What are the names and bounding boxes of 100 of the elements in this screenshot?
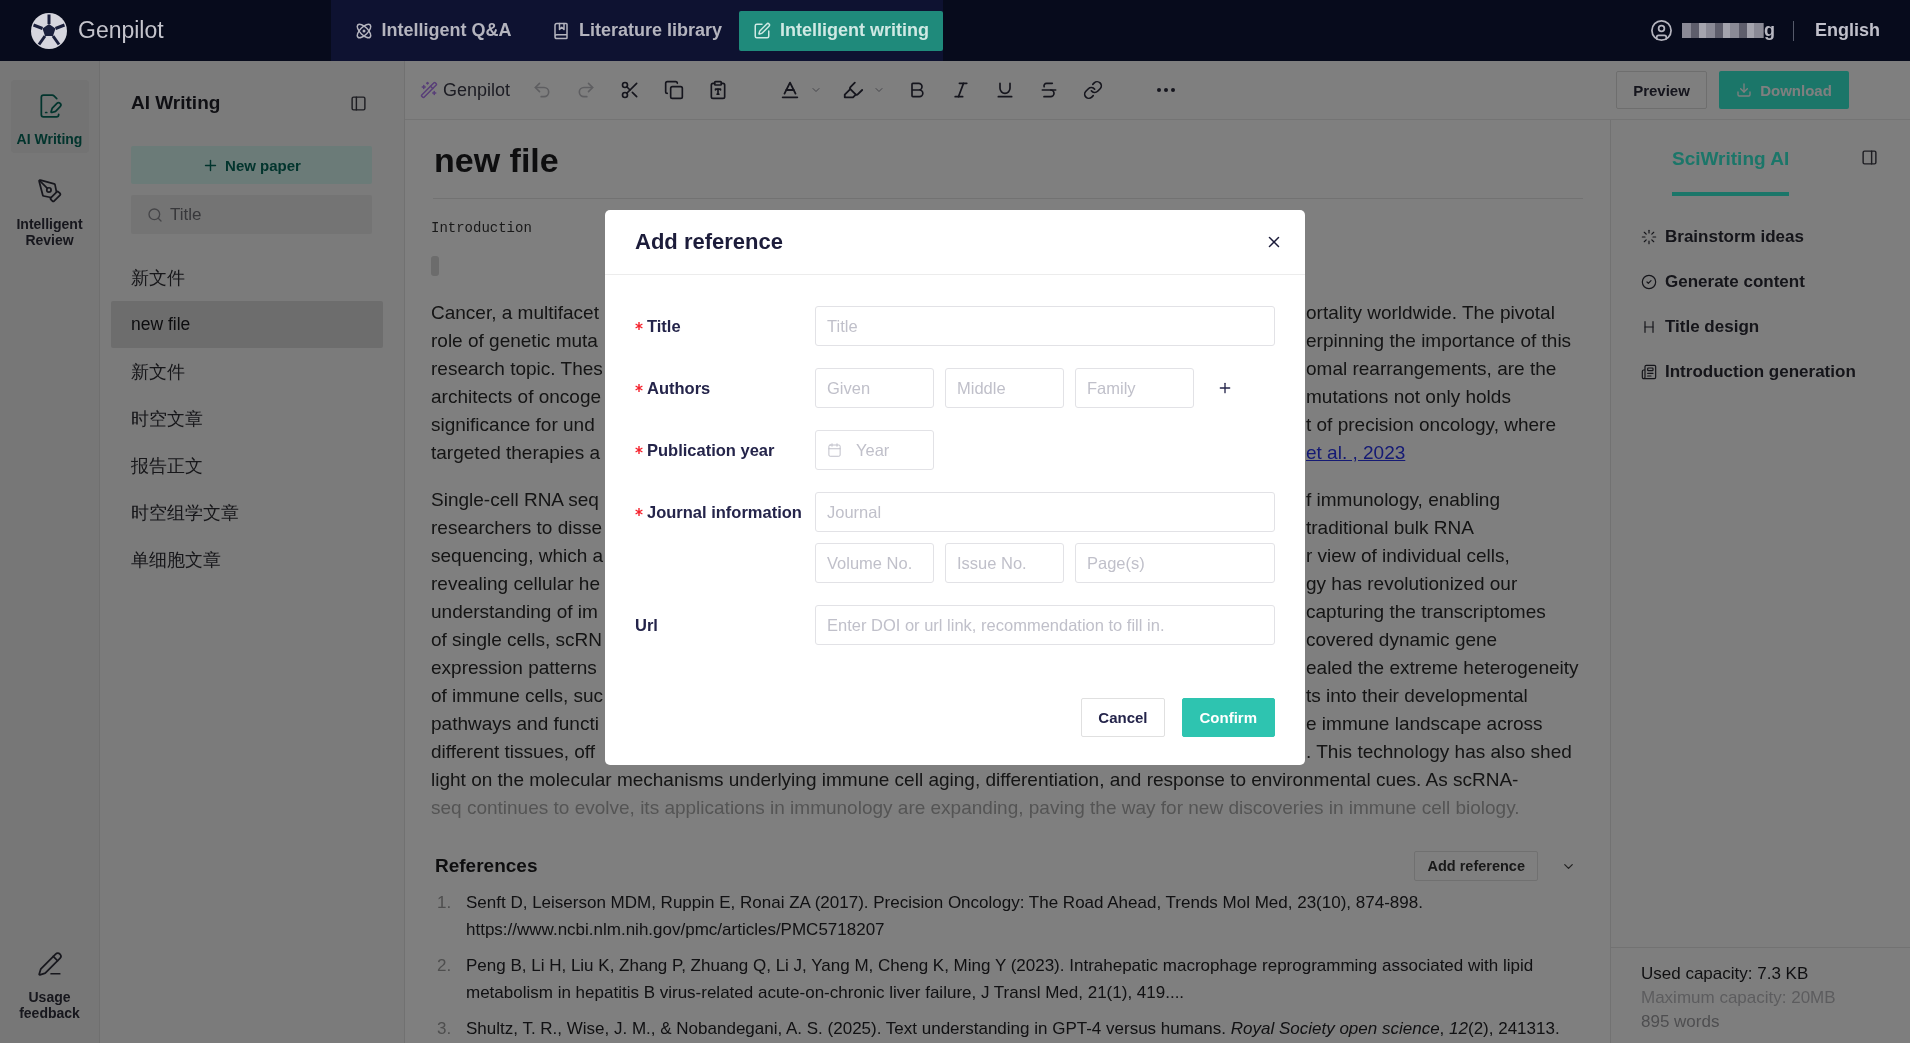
- citation-link[interactable]: et al. , 2023: [1306, 439, 1406, 467]
- paragraph-text: ortality worldwide. The pivotal: [1306, 301, 1555, 325]
- file-item[interactable]: 新文件: [111, 254, 383, 301]
- journal-detail-input[interactable]: Issue No.: [945, 543, 1064, 583]
- brand-name: Genpilot: [78, 17, 164, 44]
- assistant-action[interactable]: Title design: [1611, 304, 1910, 349]
- language-button[interactable]: English: [1815, 20, 1880, 41]
- dialog-title: Add reference: [635, 229, 783, 255]
- confirm-button[interactable]: Confirm: [1181, 698, 1275, 737]
- panel-toggle-button[interactable]: [1861, 149, 1878, 166]
- reference-text: Senft D, Leiserson MDM, Ruppin E, Ronai ZA (2017). Precision Oncology: The Road Ahead, Trends Mol Med, 23(10), 874-898. https://www.ncbi.nlm.nih.gov/pmc/articles/PMC5718207: [466, 892, 1424, 941]
- paragraph-text: of single cells, scRN: [431, 628, 603, 652]
- paragraph-text: targeted therapies a: [431, 441, 600, 465]
- journal-detail-input[interactable]: Page(s): [1075, 543, 1275, 583]
- file-item[interactable]: 时空文章: [111, 395, 383, 442]
- paragraph-text: role of genetic muta: [431, 329, 598, 353]
- nav-tab[interactable]: Literature library: [535, 10, 739, 51]
- paragraph-text: light on the molecular mechanisms underlying immune cell aging, differentiation, and response to environmental cues. As scRNA-: [431, 768, 1519, 792]
- paragraph-text: ts into their developmental: [1306, 684, 1528, 708]
- paragraph-text: capturing the transcriptomes: [1306, 600, 1546, 624]
- paragraph-text: covered dynamic gene: [1306, 628, 1498, 652]
- paragraph-text: expression patterns: [431, 656, 597, 680]
- more-icon: [1157, 88, 1176, 92]
- paragraph-text: sequencing, which a: [431, 544, 604, 568]
- paragraph-text: gy has revolutionized our: [1306, 572, 1518, 596]
- book-icon: [551, 21, 570, 40]
- year-picker-field[interactable]: Year: [815, 430, 934, 470]
- user-avatar-icon[interactable]: [1650, 19, 1673, 42]
- file-item[interactable]: 时空组学文章: [111, 489, 383, 536]
- name-input[interactable]: Given: [815, 368, 934, 408]
- cancel-button[interactable]: Cancel: [1081, 698, 1165, 737]
- reference-text: Peng B, Li H, Liu K, Zhang P, Zhuang Q, Li J, Yang M, Cheng K, Ming Y (2023). Intrahepatic macrophage reprogramming associated with lipid metabolism in hepatitis B virus-related acute-on-chronic liver failure, J Transl Med, 21(1), 419....: [466, 955, 1535, 1004]
- nav-tab[interactable]: Intelligent Q&A: [331, 10, 535, 51]
- download-icon: [1736, 82, 1753, 98]
- sidebar-toggle-icon: [350, 94, 367, 112]
- preview-button[interactable]: Preview: [1616, 71, 1707, 109]
- add-reference-button[interactable]: Add reference: [1414, 851, 1538, 881]
- section-label: Introduction: [431, 219, 532, 237]
- highlighter-icon: [842, 79, 865, 101]
- document-title: new file: [434, 140, 559, 180]
- journal-detail-input[interactable]: Volume No.: [815, 543, 934, 583]
- genpilot-button[interactable]: Genpilot: [414, 72, 517, 108]
- add-author-button[interactable]: [1217, 380, 1233, 396]
- pen-nib-icon: [36, 178, 63, 204]
- paragraph-text: mutations not only holds: [1306, 385, 1511, 409]
- user-name: g: [1764, 20, 1775, 41]
- paragraph-text: of immune cells, suc: [431, 684, 604, 708]
- paragraph-text: erpinning the importance of this: [1306, 329, 1572, 353]
- used-capacity: Used capacity: 7.3 KB: [1641, 963, 1809, 985]
- newspaper-icon: [1641, 363, 1657, 380]
- nav-tab[interactable]: Intelligent writing: [739, 10, 943, 51]
- assistant-action[interactable]: Introduction generation: [1611, 349, 1910, 394]
- magic-wand-icon: [420, 81, 438, 99]
- rail-item[interactable]: AI Writing: [10, 80, 89, 153]
- file-item[interactable]: new file: [111, 301, 383, 348]
- paragraph-text: research topic. Thes: [431, 357, 603, 381]
- link-icon: [1083, 80, 1104, 100]
- paragraph-text: ealed the extreme heterogeneity: [1306, 656, 1579, 680]
- paragraph-text: architects of oncoge: [431, 385, 602, 409]
- check-circle-icon: [1641, 273, 1657, 290]
- text-input[interactable]: Enter DOI or url link, recommendation to fill in.: [815, 605, 1275, 645]
- field-label: Journal information: [647, 502, 802, 522]
- paragraph-text: understanding of im: [431, 600, 598, 624]
- logo-icon: [31, 12, 67, 49]
- name-input[interactable]: Middle: [945, 368, 1064, 408]
- reference-text: Shultz, T. R., Wise, J. M., & Nobandegani, A. S. (2025). Text understanding in GPT-4 versus humans. Royal Society open science, 12(2), 241313.: [466, 1018, 1561, 1040]
- paragraph-text: pathways and functi: [431, 712, 599, 736]
- search-field[interactable]: Title: [131, 195, 372, 234]
- feedback-button[interactable]: Usage feedback: [10, 938, 89, 1027]
- file-item[interactable]: 报告正文: [111, 442, 383, 489]
- burst-icon: [1641, 228, 1657, 245]
- journal-input[interactable]: Journal: [815, 492, 1275, 532]
- field-label: Url: [635, 615, 658, 635]
- paragraph-text: researchers to disse: [431, 516, 603, 540]
- file-item[interactable]: 新文件: [111, 348, 383, 395]
- paragraph-text: significance for und: [431, 413, 595, 437]
- paragraph-text: different tissues, off: [431, 740, 596, 764]
- new-paper-button[interactable]: New paper: [131, 146, 372, 184]
- paragraph-text: f immunology, enabling: [1306, 488, 1500, 512]
- clipboard-icon: [708, 80, 729, 100]
- assistant-action[interactable]: Brainstorm ideas: [1611, 214, 1910, 259]
- paragraph-text: Single-cell RNA seq: [431, 488, 599, 512]
- name-input[interactable]: Family: [1075, 368, 1194, 408]
- paragraph-text: e immune landscape across: [1306, 712, 1543, 736]
- paragraph-text: . This technology has also shed: [1306, 740, 1572, 764]
- field-label: Authors: [647, 378, 711, 398]
- paragraph-text: revealing cellular he: [431, 572, 600, 596]
- field-label: Publication year: [647, 440, 775, 460]
- field-label: Title: [647, 316, 681, 336]
- collapse-button[interactable]: [350, 94, 367, 112]
- calendar-icon: [827, 442, 842, 458]
- paragraph-text: traditional bulk RNA: [1306, 516, 1474, 540]
- paragraph-text: omal rearrangements, are the: [1306, 357, 1557, 381]
- paragraph-text: t of precision oncology, where: [1306, 413, 1556, 437]
- text-input[interactable]: Title: [815, 306, 1275, 346]
- assistant-action[interactable]: Generate content: [1611, 259, 1910, 304]
- file-item[interactable]: 单细胞文章: [111, 536, 383, 583]
- copy-icon: [664, 80, 685, 100]
- rail-item[interactable]: Intelligent Review: [10, 165, 89, 254]
- atom-icon: [354, 21, 373, 40]
